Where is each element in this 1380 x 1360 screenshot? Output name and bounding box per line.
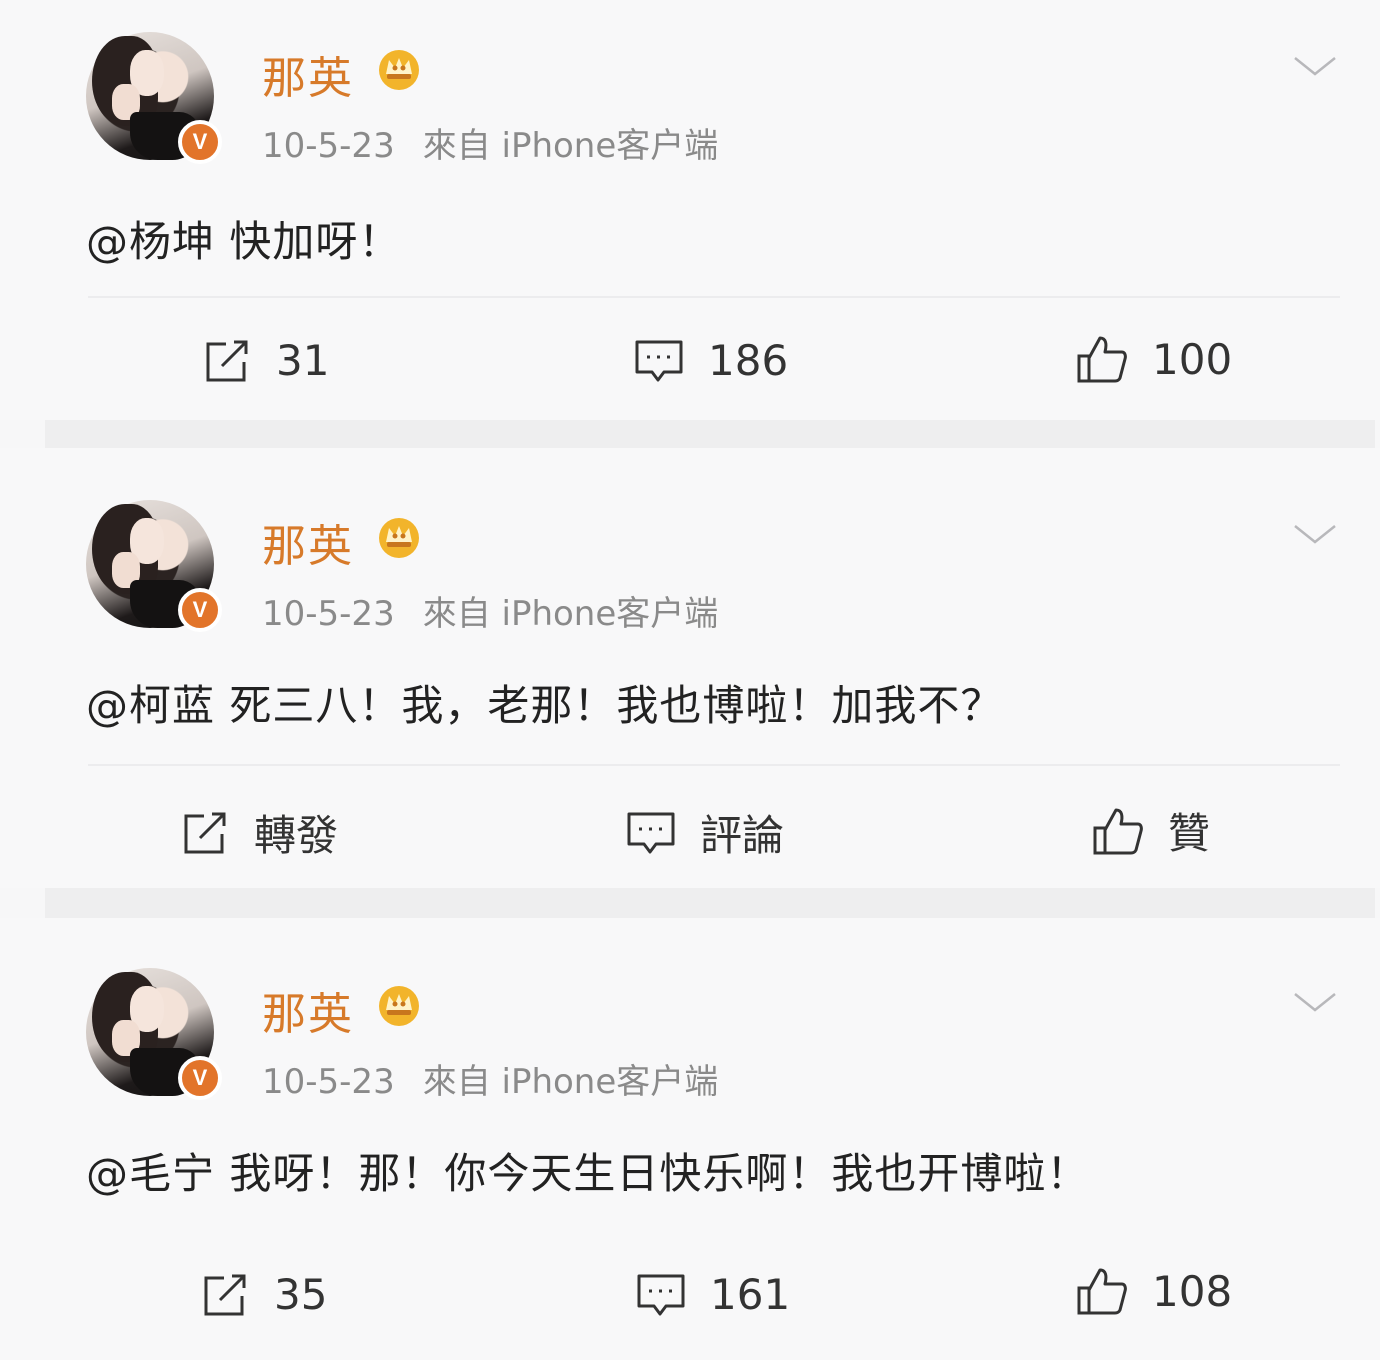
post-separator bbox=[45, 420, 1375, 448]
post-separator bbox=[45, 888, 1375, 918]
comment-count: 161 bbox=[710, 1270, 791, 1319]
repost-button[interactable]: 35 bbox=[202, 1270, 327, 1319]
post-card: V 那英 10-5-23 來自 iPhone客户端 @杨坤 快加呀！ 31 18… bbox=[0, 0, 1380, 420]
post-meta: 10-5-23 來自 iPhone客户端 bbox=[262, 118, 718, 167]
post-source[interactable]: 來自 iPhone客户端 bbox=[423, 1062, 719, 1102]
like-count: 100 bbox=[1152, 334, 1233, 384]
chevron-down-icon[interactable] bbox=[1292, 522, 1338, 548]
thumbs-up-icon bbox=[1077, 1268, 1127, 1315]
author-name[interactable]: 那英 bbox=[262, 510, 354, 574]
comment-icon bbox=[635, 340, 683, 381]
thumbs-up-icon bbox=[1077, 336, 1127, 383]
author-name[interactable]: 那英 bbox=[262, 978, 354, 1042]
avatar[interactable]: V bbox=[86, 968, 222, 1100]
author-name[interactable]: 那英 bbox=[262, 42, 354, 106]
comment-label: 評論 bbox=[700, 811, 785, 860]
thumbs-up-icon bbox=[1093, 808, 1143, 854]
chevron-down-icon[interactable] bbox=[1292, 990, 1338, 1016]
repost-count: 35 bbox=[274, 1270, 328, 1319]
verified-badge-icon: V bbox=[178, 588, 222, 632]
divider bbox=[88, 296, 1340, 298]
post-card: V 那英 10-5-23 來自 iPhone客户端 @毛宁 我呀！那！你今天生日快… bbox=[0, 918, 1380, 1360]
post-source[interactable]: 來自 iPhone客户端 bbox=[423, 126, 719, 166]
like-button[interactable]: 108 bbox=[1076, 1266, 1232, 1316]
avatar[interactable]: V bbox=[86, 32, 222, 164]
chevron-down-icon[interactable] bbox=[1292, 54, 1338, 80]
verified-badge-icon: V bbox=[178, 1056, 222, 1100]
comment-button[interactable]: 評論 bbox=[626, 802, 784, 863]
verified-badge-icon: V bbox=[178, 120, 222, 164]
comment-icon bbox=[637, 1274, 685, 1315]
post-text: @毛宁 我呀！那！你今天生日快乐啊！我也开博啦！ bbox=[86, 1149, 1090, 1198]
comment-icon bbox=[627, 812, 675, 853]
avatar[interactable]: V bbox=[86, 500, 222, 632]
repost-button[interactable]: 31 bbox=[204, 336, 329, 385]
repost-button[interactable]: 轉發 bbox=[182, 802, 338, 863]
divider bbox=[88, 764, 1340, 766]
post-time: 10-5-23 bbox=[262, 594, 395, 634]
comment-button[interactable]: 186 bbox=[634, 336, 788, 385]
crown-icon bbox=[379, 986, 419, 1026]
repost-icon bbox=[184, 812, 226, 853]
post-meta: 10-5-23 來自 iPhone客户端 bbox=[262, 586, 718, 635]
post-meta: 10-5-23 來自 iPhone客户端 bbox=[262, 1054, 718, 1103]
like-button[interactable]: 贊 bbox=[1092, 800, 1210, 861]
like-label: 贊 bbox=[1168, 809, 1211, 858]
weibo-feed: V 那英 10-5-23 來自 iPhone客户端 @杨坤 快加呀！ 31 18… bbox=[0, 0, 1380, 1360]
like-count: 108 bbox=[1152, 1266, 1233, 1316]
crown-icon bbox=[379, 518, 419, 558]
post-source[interactable]: 來自 iPhone客户端 bbox=[423, 594, 719, 634]
post-text: @杨坤 快加呀！ bbox=[86, 217, 402, 266]
post-text: @柯蓝 死三八！我，老那！我也博啦！加我不？ bbox=[86, 681, 1004, 730]
repost-icon bbox=[206, 340, 248, 381]
post-time: 10-5-23 bbox=[262, 1062, 395, 1102]
repost-label: 轉發 bbox=[254, 811, 339, 860]
like-button[interactable]: 100 bbox=[1076, 334, 1232, 384]
crown-icon bbox=[379, 50, 419, 90]
repost-count: 31 bbox=[276, 336, 330, 385]
post-time: 10-5-23 bbox=[262, 126, 395, 166]
repost-icon bbox=[204, 1274, 246, 1315]
comment-button[interactable]: 161 bbox=[636, 1270, 790, 1319]
comment-count: 186 bbox=[708, 336, 789, 385]
post-card: V 那英 10-5-23 來自 iPhone客户端 @柯蓝 死三八！我，老那！我也… bbox=[0, 448, 1380, 888]
